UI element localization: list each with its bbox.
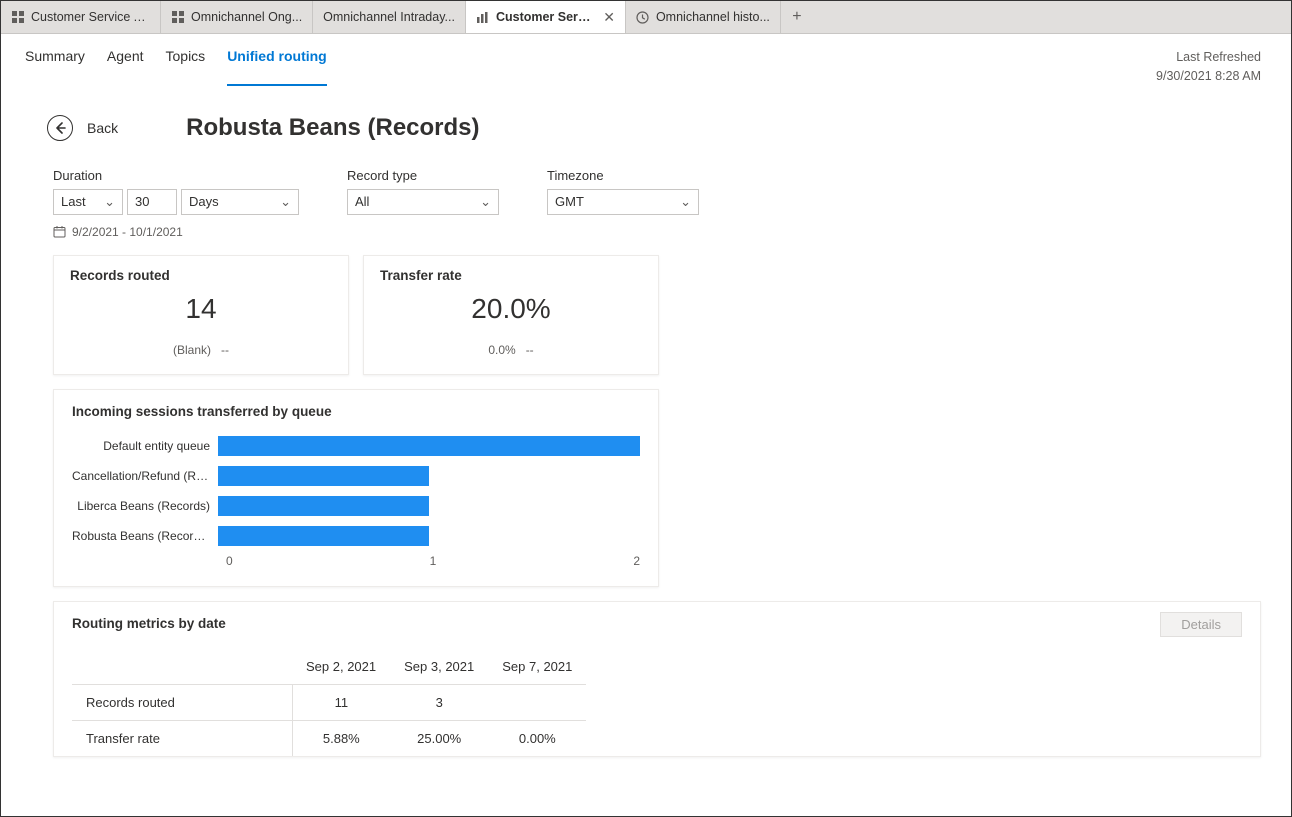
col-header: Sep 2, 2021 <box>292 649 390 685</box>
axis-tick: 1 <box>430 554 437 568</box>
axis-tick: 0 <box>226 554 233 568</box>
bar-row: Default entity queue <box>72 433 640 459</box>
tab-label: Omnichannel Ong... <box>191 10 302 24</box>
table-cell: 5.88% <box>292 720 390 756</box>
filter-duration: Duration Last⌄ 30 Days⌄ <box>53 168 299 215</box>
back-label: Back <box>87 120 118 136</box>
bar-track <box>218 526 640 546</box>
bar-track <box>218 466 640 486</box>
tab-label: Customer Service A... <box>31 10 150 24</box>
card-title: Routing metrics by date <box>72 616 1242 631</box>
chevron-down-icon: ⌄ <box>104 194 115 210</box>
bar-label: Liberca Beans (Records) <box>72 499 218 513</box>
transfer-rate-card: Transfer rate 20.0% 0.0% -- <box>363 255 659 375</box>
records-routed-card: Records routed 14 (Blank) -- <box>53 255 349 375</box>
last-refreshed-label: Last Refreshed <box>1156 48 1261 67</box>
subnav: Summary Agent Topics Unified routing <box>25 48 327 86</box>
bar-track <box>218 496 640 516</box>
bar-fill <box>218 526 429 546</box>
transfer-rate-sub: 0.0% -- <box>380 343 642 357</box>
details-button[interactable]: Details <box>1160 612 1242 637</box>
filters-row: Duration Last⌄ 30 Days⌄ Record type All⌄… <box>1 146 1291 219</box>
bar-label: Robusta Beans (Records) <box>72 529 218 543</box>
table-cell <box>488 684 586 720</box>
bar-fill <box>218 496 429 516</box>
bar-fill <box>218 436 640 456</box>
back-button[interactable]: Back <box>47 115 118 141</box>
filter-timezone: Timezone GMT⌄ <box>547 168 699 215</box>
axis-tick: 2 <box>633 554 640 568</box>
arrow-left-icon <box>47 115 73 141</box>
metrics-table: Sep 2, 2021Sep 3, 2021Sep 7, 2021Records… <box>72 649 586 756</box>
bar-track <box>218 436 640 456</box>
records-routed-sub: (Blank) -- <box>70 343 332 357</box>
calendar-icon <box>53 225 66 238</box>
bar-row: Liberca Beans (Records) <box>72 493 640 519</box>
bar-fill <box>218 466 429 486</box>
transfer-rate-value: 20.0% <box>380 293 642 325</box>
tab-label: Omnichannel histo... <box>656 10 770 24</box>
table-cell: 3 <box>390 684 488 720</box>
card-title: Records routed <box>70 268 332 283</box>
page-header: Back Robusta Beans (Records) <box>1 86 1291 146</box>
table-cell: 0.00% <box>488 720 586 756</box>
last-refreshed-value: 9/30/2021 8:28 AM <box>1156 67 1261 86</box>
card-title: Transfer rate <box>380 268 642 283</box>
record-type-select[interactable]: All⌄ <box>347 189 499 215</box>
table-cell: 25.00% <box>390 720 488 756</box>
grid-icon <box>171 10 185 24</box>
close-icon[interactable]: ✕ <box>603 9 615 25</box>
col-header: Sep 3, 2021 <box>390 649 488 685</box>
chevron-down-icon: ⌄ <box>480 194 491 210</box>
chevron-down-icon: ⌄ <box>280 194 291 210</box>
subnav-topics[interactable]: Topics <box>166 48 206 86</box>
duration-number-select[interactable]: 30 <box>127 189 177 215</box>
subnav-unified-routing[interactable]: Unified routing <box>227 48 327 86</box>
filter-label: Duration <box>53 168 299 183</box>
routing-metrics-card: Routing metrics by date Details Sep 2, 2… <box>53 601 1261 757</box>
transferred-by-queue-card: Incoming sessions transferred by queue D… <box>53 389 659 587</box>
app-tab[interactable]: Customer Service A... <box>1 1 161 33</box>
col-header: Sep 7, 2021 <box>488 649 586 685</box>
filter-label: Timezone <box>547 168 699 183</box>
page-title: Robusta Beans (Records) <box>186 114 479 142</box>
bar-row: Robusta Beans (Records) <box>72 523 640 549</box>
filter-label: Record type <box>347 168 499 183</box>
duration-unit-select[interactable]: Days⌄ <box>181 189 299 215</box>
bar-label: Default entity queue <box>72 439 218 453</box>
subnav-summary[interactable]: Summary <box>25 48 85 86</box>
records-routed-value: 14 <box>70 293 332 325</box>
app-tabs-bar: Customer Service A... Omnichannel Ong...… <box>1 1 1291 34</box>
filter-record-type: Record type All⌄ <box>347 168 499 215</box>
tab-label: Customer Service historic... <box>496 10 595 24</box>
new-tab-button[interactable]: + <box>781 1 813 33</box>
table-cell: 11 <box>292 684 390 720</box>
app-tab[interactable]: Omnichannel Ong... <box>161 1 313 33</box>
last-refreshed: Last Refreshed 9/30/2021 8:28 AM <box>1156 48 1267 86</box>
table-row: Transfer rate5.88%25.00%0.00% <box>72 720 586 756</box>
app-tab[interactable]: Omnichannel Intraday... <box>313 1 466 33</box>
subnav-row: Summary Agent Topics Unified routing Las… <box>1 34 1291 86</box>
report-icon <box>476 10 490 24</box>
table-row: Records routed113 <box>72 684 586 720</box>
bar-chart: Default entity queue Cancellation/Refund … <box>72 433 640 549</box>
kpi-row: Records routed 14 (Blank) -- Transfer ra… <box>1 239 1291 375</box>
tab-label: Omnichannel Intraday... <box>323 10 455 24</box>
app-tab-active[interactable]: Customer Service historic... ✕ <box>466 1 626 33</box>
date-range: 9/2/2021 - 10/1/2021 <box>1 219 1291 239</box>
timezone-select[interactable]: GMT⌄ <box>547 189 699 215</box>
clock-icon <box>636 10 650 24</box>
subnav-agent[interactable]: Agent <box>107 48 144 86</box>
card-title: Incoming sessions transferred by queue <box>72 404 640 419</box>
bar-row: Cancellation/Refund (Rec... <box>72 463 640 489</box>
date-range-text: 9/2/2021 - 10/1/2021 <box>72 225 183 239</box>
row-label: Records routed <box>72 684 292 720</box>
bar-label: Cancellation/Refund (Rec... <box>72 469 218 483</box>
grid-icon <box>11 10 25 24</box>
chevron-down-icon: ⌄ <box>680 194 691 210</box>
bar-chart-axis: 0 1 2 <box>226 553 640 568</box>
row-label: Transfer rate <box>72 720 292 756</box>
duration-last-select[interactable]: Last⌄ <box>53 189 123 215</box>
app-tab[interactable]: Omnichannel histo... <box>626 1 781 33</box>
